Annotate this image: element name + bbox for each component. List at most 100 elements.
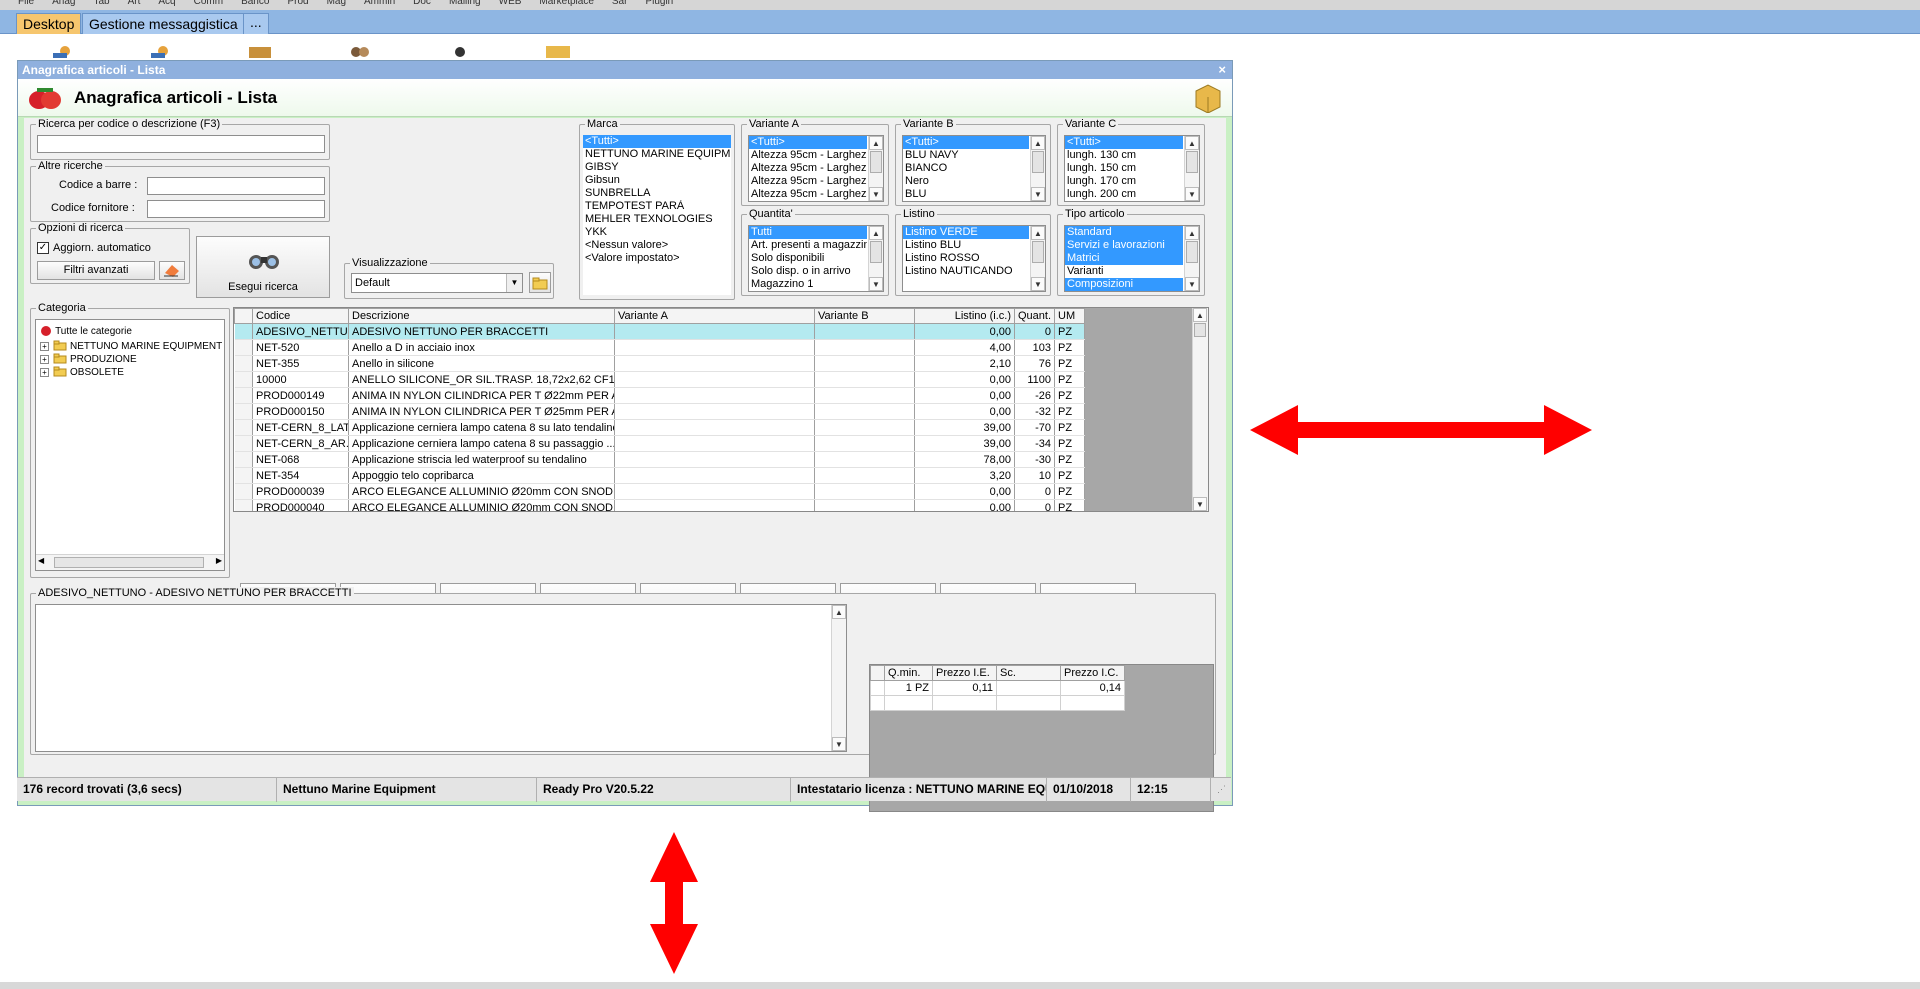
menu-item[interactable]: Comm bbox=[194, 0, 223, 7]
listbox-vscrollbar[interactable]: ▲ ▼ bbox=[1030, 226, 1045, 291]
list-item[interactable]: Gibsun bbox=[583, 174, 731, 187]
chevron-down-icon[interactable]: ▼ bbox=[1185, 277, 1199, 291]
list-item[interactable]: <Valore impostato> bbox=[583, 252, 731, 265]
notes-vscrollbar[interactable]: ▲ ▼ bbox=[831, 605, 846, 751]
row-indicator[interactable] bbox=[234, 467, 253, 484]
chevron-down-icon[interactable]: ▼ bbox=[1193, 497, 1207, 511]
table-row[interactable]: PROD000150 ANIMA IN NYLON CILINDRICA PER … bbox=[234, 403, 1086, 420]
list-item[interactable]: lungh. 130 cm bbox=[1065, 149, 1183, 162]
price-list-listbox[interactable]: Listino VERDE Listino BLU Listino ROSSO Lis… bbox=[902, 225, 1046, 292]
listbox-vscrollbar[interactable]: ▲ ▼ bbox=[1030, 136, 1045, 201]
list-item[interactable]: BLU bbox=[903, 188, 1029, 201]
menu-item[interactable]: Anag bbox=[52, 0, 75, 7]
list-item[interactable]: BIANCO bbox=[903, 162, 1029, 175]
tree-node[interactable]: + OBSOLETE bbox=[40, 366, 124, 379]
row-indicator[interactable] bbox=[234, 403, 253, 420]
table-row[interactable]: NET-354 Appoggio telo copribarca 3,20 10 PZ bbox=[234, 467, 1086, 484]
price-column-header[interactable]: Prezzo I.E. bbox=[932, 665, 997, 681]
list-item[interactable]: <Tutti> bbox=[749, 136, 867, 149]
row-indicator[interactable] bbox=[234, 339, 253, 356]
listbox-vscrollbar[interactable]: ▲ ▼ bbox=[868, 226, 883, 291]
list-item[interactable]: Listino NAUTICANDO bbox=[903, 265, 1029, 278]
chevron-down-icon[interactable]: ▼ bbox=[1185, 187, 1199, 201]
view-select[interactable]: Default ▼ bbox=[351, 273, 523, 293]
list-item[interactable]: Listino VERDE bbox=[903, 226, 1029, 239]
supplier-code-input[interactable] bbox=[147, 200, 325, 218]
advanced-filters-button[interactable]: Filtri avanzati bbox=[37, 261, 155, 280]
detail-notes-area[interactable]: ▲ ▼ bbox=[35, 604, 847, 752]
menu-item[interactable]: Plugin bbox=[645, 0, 673, 7]
table-row[interactable]: NET-355 Anello in silicone 2,10 76 PZ bbox=[234, 355, 1086, 372]
menu-item[interactable]: Prod bbox=[287, 0, 308, 7]
menu-item[interactable]: Acq bbox=[158, 0, 175, 7]
price-column-header[interactable]: Prezzo I.C. bbox=[1060, 665, 1125, 681]
chevron-down-icon[interactable]: ▼ bbox=[832, 737, 846, 751]
row-indicator[interactable] bbox=[234, 355, 253, 372]
table-row[interactable]: 10000 ANELLO SILICONE_OR SIL.TRASP. 18,72… bbox=[234, 371, 1086, 388]
table-row-empty[interactable] bbox=[870, 695, 1125, 711]
column-header[interactable]: UM bbox=[1054, 308, 1086, 324]
variant-b-listbox[interactable]: <Tutti> BLU NAVY BIANCO Nero BLU ▲ ▼ bbox=[902, 135, 1046, 202]
tree-node[interactable]: + NETTUNO MARINE EQUIPMENT bbox=[40, 340, 222, 353]
category-tree[interactable]: Tutte le categorie + NETTUNO MARINE EQUIP… bbox=[35, 319, 225, 571]
desktop-box-icon[interactable] bbox=[247, 44, 277, 58]
column-header[interactable]: Listino (i.c.) bbox=[914, 308, 1015, 324]
menu-item[interactable]: Art bbox=[128, 0, 141, 7]
scroll-thumb[interactable] bbox=[870, 241, 882, 263]
variant-a-listbox[interactable]: <Tutti> Altezza 95cm - Larghezza Altezza 9… bbox=[748, 135, 884, 202]
list-item[interactable]: Matrici bbox=[1065, 252, 1183, 265]
table-row[interactable]: NET-CERN_8_LAT Applicazione cerniera lamp… bbox=[234, 419, 1086, 436]
list-item[interactable]: Solo disp. o in arrivo bbox=[749, 265, 867, 278]
expand-icon[interactable]: + bbox=[40, 368, 49, 377]
eraser-button[interactable] bbox=[159, 261, 185, 280]
list-item[interactable]: Nero bbox=[903, 175, 1029, 188]
desktop-user-icon[interactable] bbox=[45, 44, 75, 58]
row-indicator[interactable] bbox=[234, 483, 253, 500]
variant-c-listbox[interactable]: <Tutti> lungh. 130 cm lungh. 150 cm lungh. … bbox=[1064, 135, 1200, 202]
list-item[interactable]: YKK bbox=[583, 226, 731, 239]
menu-item[interactable]: Sar bbox=[612, 0, 628, 7]
chevron-up-icon[interactable]: ▲ bbox=[1031, 226, 1045, 240]
chevron-up-icon[interactable]: ▲ bbox=[869, 136, 883, 150]
list-item[interactable]: Listino BLU bbox=[903, 239, 1029, 252]
list-item[interactable]: Art. presenti a magazzino bbox=[749, 239, 867, 252]
desktop-package-icon[interactable] bbox=[544, 44, 574, 58]
menu-item[interactable]: WEB bbox=[499, 0, 522, 7]
list-item[interactable]: lungh. 170 cm bbox=[1065, 175, 1183, 188]
list-item[interactable]: NETTUNO MARINE EQUIPMENT bbox=[583, 148, 731, 161]
list-item[interactable]: Composizioni bbox=[1065, 278, 1183, 291]
chevron-up-icon[interactable]: ▲ bbox=[832, 605, 846, 619]
row-indicator[interactable] bbox=[234, 371, 253, 388]
list-item[interactable]: BLU NAVY bbox=[903, 149, 1029, 162]
menu-item[interactable]: Ammin bbox=[364, 0, 395, 7]
chevron-down-icon[interactable]: ▼ bbox=[506, 274, 522, 292]
scroll-thumb[interactable] bbox=[54, 557, 204, 568]
column-header[interactable]: Variante A bbox=[614, 308, 815, 324]
column-header[interactable]: Variante B bbox=[814, 308, 915, 324]
grid-scroll-thumb[interactable] bbox=[1194, 323, 1206, 337]
table-row[interactable]: NET-CERN_8_AR... Applicazione cerniera la… bbox=[234, 435, 1086, 452]
row-indicator[interactable] bbox=[234, 451, 253, 468]
menu-item[interactable]: File bbox=[18, 0, 34, 7]
list-item[interactable]: <Nessun valore> bbox=[583, 239, 731, 252]
list-item[interactable]: Standard bbox=[1065, 226, 1183, 239]
view-folder-button[interactable] bbox=[529, 272, 551, 293]
column-header[interactable]: Descrizione bbox=[348, 308, 615, 324]
chevron-down-icon[interactable]: ▼ bbox=[869, 277, 883, 291]
expand-icon[interactable]: + bbox=[40, 355, 49, 364]
list-item[interactable]: Altezza 95cm - Larghezza bbox=[749, 149, 867, 162]
price-column-header[interactable]: Sc. bbox=[996, 665, 1061, 681]
row-indicator[interactable] bbox=[234, 499, 253, 511]
close-icon[interactable]: × bbox=[1218, 62, 1226, 77]
list-item[interactable]: lungh. 200 cm bbox=[1065, 188, 1183, 201]
resize-grip-icon[interactable]: ⋰ bbox=[1217, 784, 1227, 794]
scroll-thumb[interactable] bbox=[1032, 151, 1044, 173]
window-titlebar[interactable]: Anagrafica articoli - Lista bbox=[18, 61, 1232, 79]
table-row[interactable]: 1 PZ 0,11 0,14 bbox=[870, 680, 1125, 696]
table-row[interactable]: NET-068 Applicazione striscia led waterpr… bbox=[234, 451, 1086, 468]
menu-item[interactable]: Doc bbox=[413, 0, 431, 7]
table-row[interactable]: PROD000149 ANIMA IN NYLON CILINDRICA PER … bbox=[234, 387, 1086, 404]
list-item[interactable]: Servizi e lavorazioni bbox=[1065, 239, 1183, 252]
list-item[interactable]: Altezza 95cm - Larghezza bbox=[749, 175, 867, 188]
list-item[interactable]: Altezza 95cm - Larghezza bbox=[749, 188, 867, 201]
